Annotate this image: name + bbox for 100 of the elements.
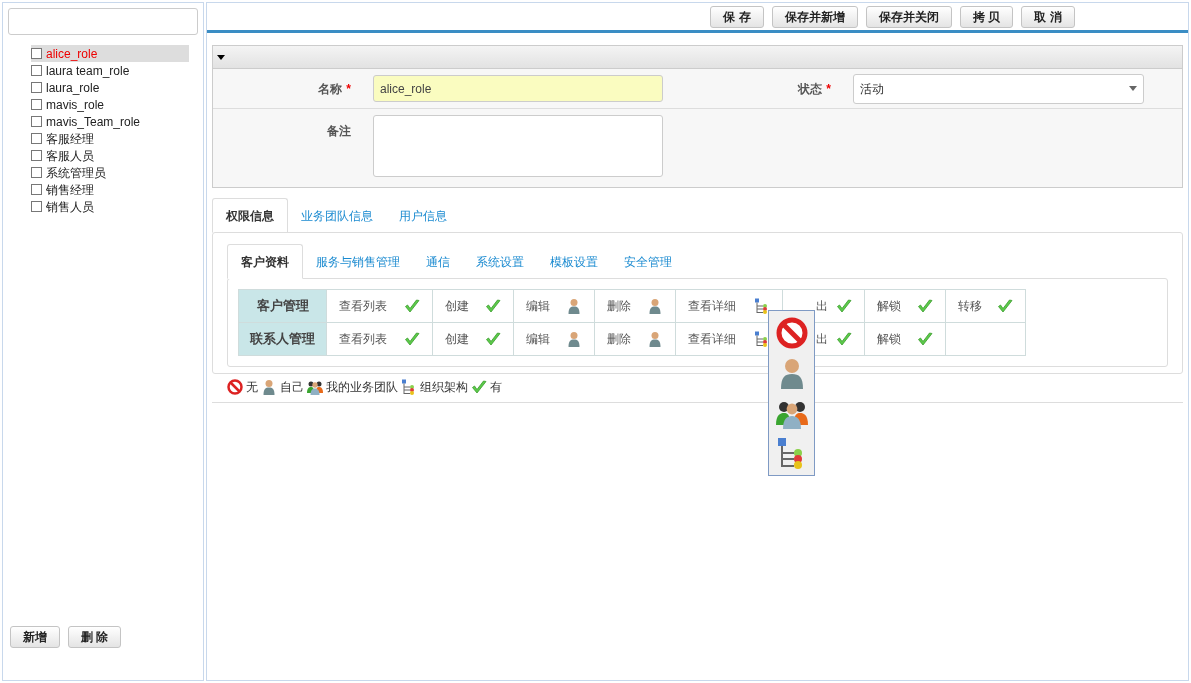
tab[interactable]: 客户资料 (227, 244, 303, 279)
legend-label: 有 (490, 379, 502, 396)
permission-label: 创建 (445, 298, 469, 315)
permission-toggle[interactable] (404, 298, 420, 314)
tab[interactable]: 系统设置 (463, 244, 537, 279)
person-icon (647, 331, 663, 347)
legend-label: 组织架构 (420, 379, 468, 396)
prohibited-icon (775, 317, 808, 349)
role-list-item[interactable]: 客服人员 (31, 147, 189, 164)
check-icon (997, 298, 1013, 314)
permission-label: 编辑 (526, 298, 550, 315)
field-label: 状态 * (796, 80, 831, 98)
check-icon (485, 298, 501, 314)
role-list-item[interactable]: 销售经理 (31, 181, 189, 198)
checkbox[interactable] (31, 167, 42, 178)
permission-toggle[interactable] (404, 331, 420, 347)
person-icon (647, 298, 663, 314)
person-icon (566, 298, 582, 314)
sidebar-button[interactable]: 新增 (10, 626, 60, 648)
person-icon (566, 331, 582, 347)
checkbox[interactable] (31, 99, 42, 110)
permission-toggle[interactable] (917, 331, 933, 347)
checkbox[interactable] (31, 201, 42, 212)
org-tree-icon (754, 298, 770, 314)
permission-toggle[interactable] (647, 331, 663, 347)
toolbar-button[interactable]: 保存并关闭 (865, 5, 952, 28)
prohibited-icon (227, 379, 243, 395)
permission-toggle[interactable] (997, 298, 1013, 314)
checkbox[interactable] (31, 82, 42, 93)
role-list-item[interactable]: 系统管理员 (31, 164, 189, 181)
role-list-item[interactable]: laura team_role (31, 62, 189, 79)
tab[interactable]: 模板设置 (537, 244, 611, 279)
permission-toggle[interactable] (836, 331, 852, 347)
check-icon (404, 331, 420, 347)
permission-label: 解锁 (877, 331, 901, 348)
check-icon (485, 331, 501, 347)
permission-label: 删除 (607, 331, 631, 348)
permission-toggle[interactable] (485, 331, 501, 347)
menu-option[interactable] (775, 317, 808, 349)
legend-label: 无 (246, 379, 258, 396)
permission-label: 删除 (607, 298, 631, 315)
legend-label: 我的业务团队 (326, 379, 398, 396)
permission-toggle[interactable] (566, 298, 582, 314)
module-cell: 联系人管理 (238, 322, 327, 356)
permission-toggle[interactable] (647, 298, 663, 314)
permission-toggle[interactable] (566, 331, 582, 347)
checkbox[interactable] (31, 116, 42, 127)
toolbar-button[interactable]: 取 消 (1021, 5, 1075, 28)
permission-label: 解锁 (877, 298, 901, 315)
permission-toggle[interactable] (917, 298, 933, 314)
org-tree-icon (754, 331, 770, 347)
toolbar-button[interactable]: 拷 贝 (959, 5, 1014, 28)
check-icon (836, 331, 852, 347)
permission-toggle[interactable] (754, 331, 770, 347)
role-list-item[interactable]: 客服经理 (31, 130, 189, 147)
checkbox[interactable] (31, 133, 42, 144)
permission-label: 查看列表 (339, 331, 387, 348)
checkbox[interactable] (31, 150, 42, 161)
status-select[interactable]: 活动 (853, 73, 1144, 104)
toolbar-button[interactable]: 保 存 (710, 5, 764, 28)
legend-label: 自己 (280, 379, 304, 396)
check-icon (471, 379, 487, 395)
name-field[interactable]: alice_role (373, 75, 663, 102)
caret-down-icon[interactable] (217, 54, 225, 60)
role-list-item[interactable]: 销售人员 (31, 198, 189, 215)
person-icon (261, 379, 277, 395)
dropdown-caret-icon[interactable] (1129, 86, 1137, 91)
checkbox[interactable] (31, 184, 42, 195)
role-list-item[interactable]: mavis_role (31, 96, 189, 113)
tab[interactable]: 用户信息 (386, 198, 460, 233)
field-label: 名称 * (317, 80, 351, 98)
tab[interactable]: 权限信息 (212, 198, 288, 233)
tab[interactable]: 通信 (413, 244, 463, 279)
permission-label: 转移 (958, 298, 982, 315)
check-icon (917, 298, 933, 314)
tab[interactable]: 业务团队信息 (288, 198, 386, 233)
remarks-field[interactable] (373, 115, 663, 177)
permission-label: 创建 (445, 331, 469, 348)
module-cell: 客户管理 (238, 289, 327, 323)
permission-toggle[interactable] (754, 298, 770, 314)
search-field[interactable] (8, 8, 198, 35)
check-icon (404, 298, 420, 314)
tab[interactable]: 服务与销售管理 (303, 244, 413, 279)
role-list-item[interactable]: mavis_Team_role (31, 113, 189, 130)
org-tree-icon (401, 379, 417, 395)
sidebar-button[interactable]: 删 除 (68, 626, 122, 648)
checkbox[interactable] (31, 48, 42, 59)
checkbox[interactable] (31, 65, 42, 76)
field-label: 备注 (326, 123, 351, 140)
role-list-item[interactable]: laura_role (31, 79, 189, 96)
check-icon (836, 298, 852, 314)
permission-label: 查看列表 (339, 298, 387, 315)
people-group-icon (307, 379, 323, 395)
toolbar-button[interactable]: 保存并新增 (771, 5, 858, 28)
check-icon (917, 331, 933, 347)
permission-toggle[interactable] (485, 298, 501, 314)
permission-label: 出 (816, 298, 828, 315)
permission-label: 查看详细 (688, 298, 736, 315)
permission-toggle[interactable] (836, 298, 852, 314)
tab[interactable]: 安全管理 (611, 244, 685, 279)
